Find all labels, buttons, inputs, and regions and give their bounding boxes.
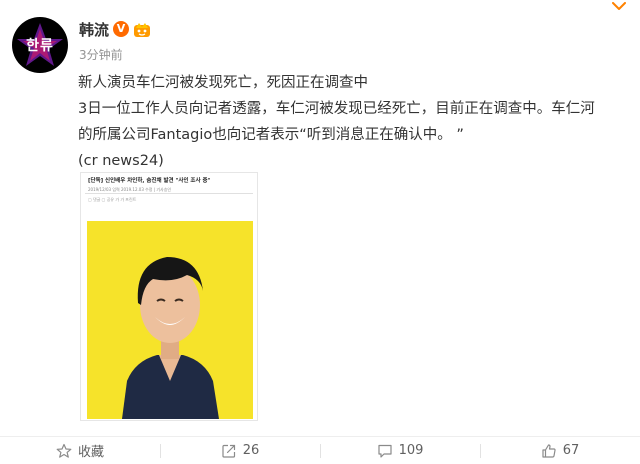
like-count: 67 [562, 443, 580, 458]
member-crown-icon[interactable] [133, 20, 151, 38]
repost-button[interactable]: 26 [160, 437, 320, 464]
article-tools: ▢ 댓글 ▢ 공유 가 가 프린트 [88, 197, 137, 202]
favorite-label: 收藏 [77, 445, 104, 460]
repost-count: 26 [242, 443, 260, 458]
comment-icon [377, 444, 392, 458]
author-name[interactable]: 韩流 [79, 19, 109, 40]
post-time[interactable]: 3分钟前 [79, 46, 123, 63]
post-text-line: 3日一位工作人员向记者透露，车仁河被发现已经死亡，目前正在调查中。车仁河 [78, 101, 595, 117]
avatar[interactable]: 한류 [12, 17, 68, 73]
star-icon [56, 443, 72, 458]
verified-badge-icon[interactable]: V [113, 21, 130, 37]
article-divider [85, 193, 253, 194]
post-text-line: 的所属公司Fantagio也向记者表示“听到消息正在确认中。 ” [78, 127, 464, 143]
comment-button[interactable]: 109 [320, 437, 480, 464]
post-text-line: (cr news24) [78, 153, 164, 169]
action-bar: 收藏 26 109 67 [0, 436, 640, 464]
repost-icon [222, 444, 235, 458]
author-row: 韩流 V [79, 18, 151, 40]
chevron-down-icon[interactable] [612, 2, 626, 11]
article-headline: [단독] 신인배우 차인하, 숨진채 발견 "사인 조사 중" [88, 178, 211, 184]
avatar-label: 한류 [26, 38, 54, 54]
post-content: 新人演员车仁河被发现死亡，死因正在调查中 3日一位工作人员向记者透露，车仁河被发… [78, 70, 630, 174]
post-text-line: 新人演员车仁河被发现死亡，死因正在调查中 [78, 75, 368, 91]
favorite-button[interactable]: 收藏 [0, 437, 160, 464]
like-button[interactable]: 67 [480, 437, 640, 464]
thumbs-up-icon [542, 443, 556, 458]
post-image[interactable]: [단독] 신인배우 차인하, 숨진채 발견 "사인 조사 중" 2019/12/… [80, 172, 258, 421]
comment-count: 109 [398, 443, 424, 458]
person-photo [87, 221, 253, 419]
